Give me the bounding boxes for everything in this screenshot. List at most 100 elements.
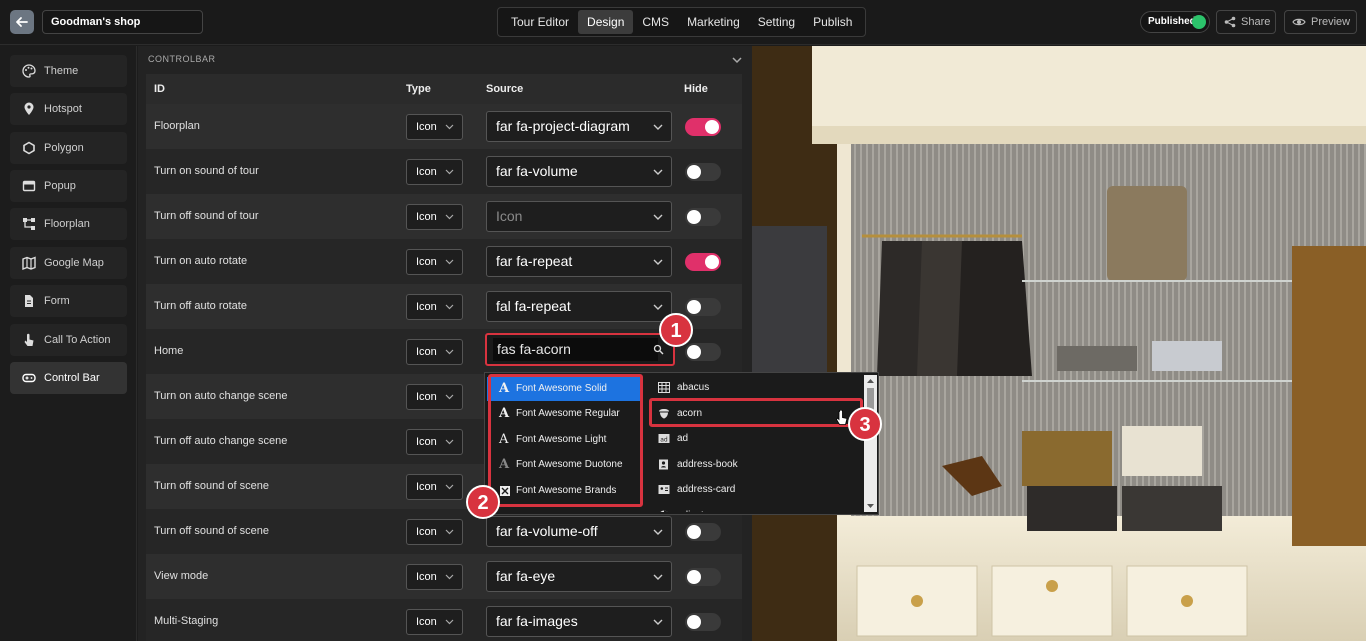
type-select-value: Icon	[416, 616, 437, 628]
source-select[interactable]: far fa-volume	[486, 156, 672, 187]
preview-label: Preview	[1311, 16, 1351, 28]
sidebar-item-polygon[interactable]: Polygon	[10, 132, 127, 164]
type-select-value: Icon	[416, 166, 437, 178]
table-row: View mode Icon far fa-eye	[146, 554, 742, 599]
chevron-down-icon[interactable]	[732, 55, 742, 65]
sidebar-item-label: Theme	[44, 65, 79, 77]
share-button[interactable]: Share	[1216, 10, 1276, 34]
icon-search-input[interactable]: fas fa-acorn	[493, 338, 658, 361]
row-id: Multi-Staging	[154, 615, 219, 627]
tab-marketing[interactable]: Marketing	[678, 10, 749, 34]
type-select-value: Icon	[416, 436, 437, 448]
source-select-value: far fa-volume-off	[496, 523, 598, 539]
type-select-value: Icon	[416, 571, 437, 583]
published-status-dot	[1192, 15, 1206, 29]
back-button[interactable]	[10, 10, 34, 34]
type-select[interactable]: Icon	[406, 519, 463, 545]
sidebar-item-floorplan[interactable]: Floorplan	[10, 208, 127, 240]
source-select-value: far fa-volume	[496, 163, 578, 179]
icon-option-address-card[interactable]: address-card	[646, 477, 864, 502]
row-id: Turn off auto change scene	[154, 435, 288, 447]
hide-toggle[interactable]	[685, 523, 721, 541]
hide-toggle[interactable]	[685, 208, 721, 226]
tab-cms[interactable]: CMS	[633, 10, 678, 34]
type-select[interactable]: Icon	[406, 204, 463, 230]
icon-option-ad[interactable]: ad ad	[646, 426, 864, 451]
type-select[interactable]: Icon	[406, 429, 463, 455]
tab-tour-editor[interactable]: Tour Editor	[502, 10, 578, 34]
scroll-down-arrow-icon[interactable]	[867, 503, 874, 509]
chevron-down-icon	[445, 349, 454, 355]
type-select[interactable]: Icon	[406, 339, 463, 365]
hide-toggle[interactable]	[685, 613, 721, 631]
type-select[interactable]: Icon	[406, 474, 463, 500]
type-select[interactable]: Icon	[406, 564, 463, 590]
icon-results-list: abacus acorn ad ad address-book address-c…	[646, 375, 864, 512]
sidebar-item-theme[interactable]: Theme	[10, 55, 127, 87]
type-select-value: Icon	[416, 481, 437, 493]
source-select[interactable]: Icon	[486, 201, 672, 232]
chevron-down-icon	[445, 304, 454, 310]
icon-option-label: address-book	[677, 459, 738, 470]
source-select[interactable]: far fa-eye	[486, 561, 672, 592]
source-select[interactable]: fal fa-repeat	[486, 291, 672, 322]
hand-cursor-icon	[836, 410, 848, 425]
column-header-id: ID	[154, 83, 165, 95]
row-id: Turn on auto change scene	[154, 390, 288, 402]
type-select[interactable]: Icon	[406, 159, 463, 185]
sidebar-item-label: Control Bar	[44, 372, 100, 384]
shop-name-input[interactable]: Goodman's shop	[42, 10, 203, 34]
tour-scene-preview[interactable]	[752, 46, 1366, 641]
icon-option-adjust[interactable]: adjust	[646, 503, 864, 512]
hide-toggle[interactable]	[685, 253, 721, 271]
sidebar-item-label: Call To Action	[44, 334, 111, 346]
sidebar-item-call-to-action[interactable]: Call To Action	[10, 324, 127, 356]
hide-toggle[interactable]	[685, 568, 721, 586]
type-select[interactable]: Icon	[406, 114, 463, 140]
type-select[interactable]: Icon	[406, 294, 463, 320]
annotation-badge-2: 2	[466, 485, 500, 519]
sidebar-item-control-bar[interactable]: Control Bar	[10, 362, 127, 394]
preview-button[interactable]: Preview	[1284, 10, 1357, 34]
hide-toggle[interactable]	[685, 118, 721, 136]
column-header-source: Source	[486, 83, 524, 95]
tab-publish[interactable]: Publish	[804, 10, 861, 34]
tab-design[interactable]: Design	[578, 10, 634, 34]
type-select[interactable]: Icon	[406, 609, 463, 635]
icon-option-address-book[interactable]: address-book	[646, 452, 864, 477]
icon-option-abacus[interactable]: abacus	[646, 375, 864, 400]
scroll-up-arrow-icon[interactable]	[867, 378, 874, 384]
dropdown-scrollbar[interactable]	[864, 375, 877, 512]
polygon-icon	[23, 141, 35, 155]
icon-option-label: ad	[677, 433, 689, 444]
sidebar-item-popup[interactable]: Popup	[10, 170, 127, 202]
hide-toggle[interactable]	[685, 343, 721, 361]
chevron-down-icon	[445, 529, 454, 535]
sidebar-item-hotspot[interactable]: Hotspot	[10, 93, 127, 125]
row-id: Turn off sound of scene	[154, 480, 269, 492]
type-select-value: Icon	[416, 301, 437, 313]
floorplan-icon	[23, 218, 35, 230]
search-icon[interactable]	[653, 344, 664, 355]
source-select[interactable]: far fa-project-diagram	[486, 111, 672, 142]
address-card-icon	[658, 485, 670, 494]
row-id: Floorplan	[154, 120, 200, 132]
published-toggle[interactable]: Published	[1140, 11, 1210, 33]
column-header-type: Type	[406, 83, 431, 95]
abacus-icon	[658, 382, 670, 393]
chevron-down-icon	[653, 529, 663, 535]
hide-toggle[interactable]	[685, 298, 721, 316]
source-select[interactable]: far fa-repeat	[486, 246, 672, 277]
table-row: Turn off sound of scene Icon far fa-volu…	[146, 509, 742, 554]
type-select[interactable]: Icon	[406, 249, 463, 275]
source-select[interactable]: far fa-images	[486, 606, 672, 637]
source-select[interactable]: far fa-volume-off	[486, 516, 672, 547]
sidebar-item-google-map[interactable]: Google Map	[10, 247, 127, 279]
sidebar-item-label: Form	[44, 295, 70, 307]
chevron-down-icon	[445, 259, 454, 265]
chevron-down-icon	[445, 169, 454, 175]
sidebar-item-form[interactable]: Form	[10, 285, 127, 317]
tab-setting[interactable]: Setting	[749, 10, 804, 34]
hide-toggle[interactable]	[685, 163, 721, 181]
type-select[interactable]: Icon	[406, 384, 463, 410]
